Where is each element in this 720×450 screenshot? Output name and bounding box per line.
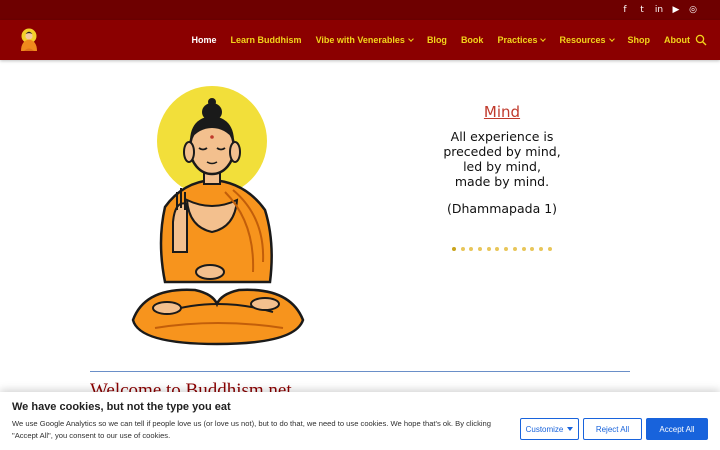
nav-label: Book <box>460 35 484 45</box>
section-divider <box>90 371 630 372</box>
linkedin-icon[interactable]: in <box>654 4 664 16</box>
nav-label: Blog <box>426 35 447 45</box>
customize-label: Customize <box>525 424 564 434</box>
nav-label: Practices <box>497 35 538 45</box>
reject-all-button[interactable]: Reject All <box>583 418 642 440</box>
nav-item-vibe-with-venerables[interactable]: Vibe with Venerables <box>315 35 414 45</box>
chevron-down-icon <box>608 36 615 42</box>
nav-label: Shop <box>627 35 651 45</box>
quote-slide: Mind All experience is preceded by mind,… <box>420 102 584 216</box>
chevron-down-icon <box>540 36 547 42</box>
top-social-bar: f t in ▶ ◎ <box>0 0 720 20</box>
cookie-banner: We have cookies, but not the type you ea… <box>0 392 720 450</box>
quote-text: All experience is preceded by mind, led … <box>420 129 584 189</box>
nav-label: About <box>664 35 690 45</box>
quote-line: led by mind, <box>463 159 541 174</box>
nav-label: Vibe with Venerables <box>315 35 405 45</box>
slider-dot[interactable] <box>478 247 483 251</box>
slider-dot[interactable] <box>460 247 465 251</box>
quote-line: made by mind. <box>454 174 550 189</box>
instagram-icon[interactable]: ◎ <box>688 4 698 16</box>
cookie-title: We have cookies, but not the type you ea… <box>12 401 231 413</box>
nav-item-book[interactable]: Book <box>461 35 484 45</box>
site-header: Home Learn Buddhism Vibe with Venerables… <box>0 20 720 60</box>
accept-all-button[interactable]: Accept All <box>646 418 708 440</box>
slider-dot[interactable] <box>504 247 509 251</box>
nav-item-blog[interactable]: Blog <box>427 35 447 45</box>
slider-dot[interactable] <box>469 247 474 251</box>
search-icon[interactable] <box>695 34 707 46</box>
nav-item-about[interactable]: About <box>664 35 690 45</box>
slider-dot[interactable] <box>452 247 456 251</box>
main-nav: Home Learn Buddhism Vibe with Venerables… <box>192 20 690 60</box>
facebook-icon[interactable]: f <box>620 4 630 16</box>
quote-source: (Dhammapada 1) <box>446 201 558 216</box>
slider-pagination <box>452 247 552 251</box>
slider-dot[interactable] <box>547 247 552 251</box>
nav-item-home[interactable]: Home <box>192 35 217 45</box>
nav-label: Home <box>191 35 217 45</box>
buddha-illustration <box>131 86 305 346</box>
twitter-icon[interactable]: t <box>637 4 647 16</box>
slider-dot[interactable] <box>521 247 526 251</box>
youtube-icon[interactable]: ▶ <box>671 4 681 16</box>
customize-button[interactable]: Customize <box>520 418 579 440</box>
buddha-logo-icon[interactable] <box>18 28 40 52</box>
nav-label: Learn Buddhism <box>230 35 302 45</box>
slider-dot[interactable] <box>530 247 535 251</box>
slider-dot[interactable] <box>538 247 543 251</box>
cookie-text: We use Google Analytics so we can tell i… <box>12 419 491 440</box>
social-links: f t in ▶ ◎ <box>620 4 698 16</box>
nav-label: Resources <box>559 35 606 45</box>
nav-item-practices[interactable]: Practices <box>497 35 547 45</box>
nav-item-learn-buddhism[interactable]: Learn Buddhism <box>231 35 302 45</box>
quote-line: All experience is <box>450 129 554 144</box>
slider-dot[interactable] <box>512 247 517 251</box>
chevron-down-icon <box>408 36 414 42</box>
nav-item-shop[interactable]: Shop <box>628 35 651 45</box>
slider-dot[interactable] <box>486 247 491 251</box>
quote-line: preceded by mind, <box>443 144 561 159</box>
slider-dot[interactable] <box>495 247 500 251</box>
quote-title-link[interactable]: Mind <box>484 103 520 121</box>
caret-down-icon <box>567 427 574 431</box>
nav-item-resources[interactable]: Resources <box>559 35 615 45</box>
